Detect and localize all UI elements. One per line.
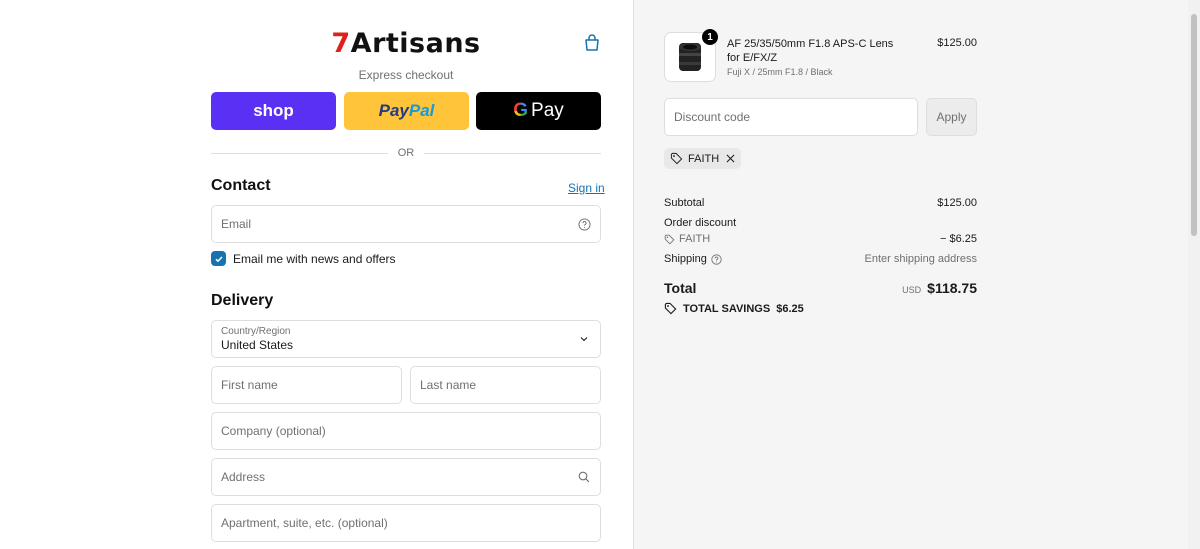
paypal-label-part1: Pay bbox=[378, 101, 409, 120]
order-discount-row: Order discount bbox=[664, 217, 977, 229]
product-name: AF 25/35/50mm F1.8 APS-C Lens for E/FX/Z bbox=[727, 38, 894, 64]
last-name-placeholder: Last name bbox=[420, 378, 477, 392]
total-row: Total USD $118.75 bbox=[664, 280, 977, 298]
newsletter-option: Email me with news and offers bbox=[211, 251, 396, 266]
paypal-button[interactable]: Pay Pal bbox=[344, 92, 469, 130]
total-savings: TOTAL SAVINGS $6.25 bbox=[664, 302, 804, 315]
or-text: OR bbox=[397, 147, 415, 159]
shipping-label: Shipping bbox=[664, 253, 707, 265]
total-label: Total bbox=[664, 280, 697, 296]
express-checkout-label: Express checkout bbox=[358, 68, 454, 82]
checkmark-icon bbox=[214, 255, 223, 262]
apartment-placeholder: Apartment, suite, etc. (optional) bbox=[221, 516, 388, 530]
store-logo[interactable]: 7 Artisans bbox=[331, 26, 480, 60]
google-pay-label: Pay bbox=[531, 100, 564, 121]
divider-line bbox=[424, 152, 601, 154]
discount-code-placeholder: Discount code bbox=[674, 110, 751, 124]
paypal-label-part2: Pal bbox=[408, 101, 435, 120]
subtotal-value: $125.00 bbox=[937, 197, 977, 209]
email-placeholder: Email bbox=[221, 217, 252, 231]
scrollbar-thumb[interactable] bbox=[1191, 14, 1197, 236]
tag-icon bbox=[670, 152, 683, 165]
newsletter-checkbox[interactable] bbox=[211, 251, 226, 266]
apply-discount-button[interactable]: Apply bbox=[926, 98, 977, 136]
tag-icon bbox=[664, 234, 675, 244]
logo-text: Artisans bbox=[350, 27, 481, 59]
quantity-badge: 1 bbox=[702, 29, 718, 45]
shipping-value: Enter shipping address bbox=[864, 253, 977, 265]
country-label: Country/Region bbox=[221, 326, 291, 337]
country-value: United States bbox=[221, 338, 294, 352]
order-discount-label: Order discount bbox=[664, 217, 737, 229]
discount-code-row: FAITH − $6.25 bbox=[664, 233, 977, 245]
address-placeholder: Address bbox=[221, 470, 266, 484]
address-field[interactable]: Address bbox=[211, 458, 601, 496]
chevron-down-icon bbox=[577, 332, 591, 346]
company-placeholder: Company (optional) bbox=[221, 424, 326, 438]
shipping-row: Shipping Enter shipping address bbox=[664, 253, 977, 265]
applied-discount-chip: FAITH bbox=[664, 148, 742, 169]
help-circle-icon[interactable] bbox=[711, 253, 722, 265]
order-summary-panel bbox=[633, 0, 1188, 549]
help-circle-icon[interactable] bbox=[577, 217, 591, 231]
company-field[interactable]: Company (optional) bbox=[211, 412, 601, 450]
apartment-field[interactable]: Apartment, suite, etc. (optional) bbox=[211, 504, 601, 542]
shop-pay-button[interactable]: shop bbox=[211, 92, 336, 130]
google-pay-button[interactable]: G Pay bbox=[476, 92, 601, 130]
subtotal-label: Subtotal bbox=[664, 197, 705, 209]
logo-seven: 7 bbox=[331, 27, 351, 59]
discount-code-label: FAITH bbox=[679, 233, 711, 245]
product-price: $125.00 bbox=[937, 37, 977, 49]
contact-heading: Contact bbox=[211, 177, 271, 194]
total-currency: USD bbox=[902, 285, 922, 295]
search-icon bbox=[577, 470, 591, 484]
applied-code-label: FAITH bbox=[688, 152, 720, 165]
delivery-heading: Delivery bbox=[211, 292, 274, 309]
first-name-placeholder: First name bbox=[221, 378, 278, 392]
savings-value: $6.25 bbox=[776, 302, 804, 315]
remove-discount-icon[interactable] bbox=[726, 154, 735, 163]
checkout-form-panel: 7 Artisans Express checkout shop Pay Pal G… bbox=[0, 0, 633, 549]
last-name-field[interactable]: Last name bbox=[410, 366, 601, 404]
subtotal-row: Subtotal $125.00 bbox=[664, 197, 977, 209]
shopping-bag-icon[interactable] bbox=[582, 33, 602, 53]
page-scrollbar[interactable] bbox=[1188, 0, 1200, 549]
or-divider: OR bbox=[211, 146, 601, 160]
first-name-field[interactable]: First name bbox=[211, 366, 402, 404]
country-select[interactable]: Country/Region United States bbox=[211, 320, 601, 358]
product-variant: Fuji X / 25mm F1.8 / Black bbox=[727, 67, 833, 77]
tag-icon bbox=[664, 302, 677, 315]
discount-value: − $6.25 bbox=[939, 233, 977, 245]
divider-line bbox=[211, 152, 388, 154]
shop-pay-label: shop bbox=[253, 101, 294, 120]
savings-label: TOTAL SAVINGS bbox=[683, 302, 771, 315]
discount-code-field[interactable]: Discount code bbox=[664, 98, 918, 136]
email-field[interactable]: Email bbox=[211, 205, 601, 243]
newsletter-label: Email me with news and offers bbox=[233, 251, 396, 266]
total-value: $118.75 bbox=[927, 280, 977, 296]
sign-in-link[interactable]: Sign in bbox=[568, 181, 605, 195]
google-g-icon: G bbox=[513, 100, 529, 121]
